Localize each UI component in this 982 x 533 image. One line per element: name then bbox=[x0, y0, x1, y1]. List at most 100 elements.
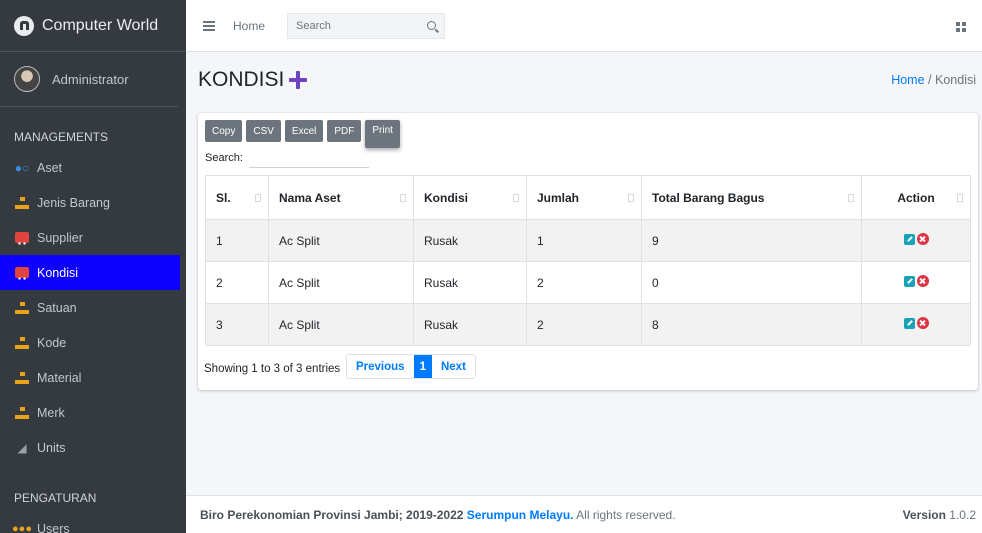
delete-icon[interactable] bbox=[916, 317, 929, 330]
menu-toggle-icon[interactable] bbox=[203, 20, 215, 31]
sidebar-item-label: Jenis Barang bbox=[37, 195, 110, 210]
export-buttons: Copy CSV Excel PDF Print bbox=[205, 120, 404, 148]
search-placeholder: Search bbox=[296, 19, 331, 32]
sidebar-item-merk[interactable]: Merk bbox=[0, 395, 186, 430]
table-row: 1 Ac Split Rusak 1 9 bbox=[205, 219, 971, 262]
search-input[interactable]: Search bbox=[287, 12, 446, 39]
sidebar-item-jenis-barang[interactable]: Jenis Barang bbox=[0, 185, 186, 220]
footer: Biro Perekonomian Provinsi Jambi; 2019-2… bbox=[186, 495, 982, 533]
add-plus-icon[interactable] bbox=[288, 70, 308, 90]
truck-icon bbox=[14, 231, 30, 245]
sidebar-item-supplier[interactable]: Supplier bbox=[0, 220, 186, 255]
print-button[interactable]: Print bbox=[365, 120, 400, 148]
nav-header-pengaturan: PENGATURAN bbox=[14, 491, 97, 505]
breadcrumb: Home / Kondisi bbox=[891, 73, 976, 87]
cell-kondisi: Rusak bbox=[413, 303, 527, 346]
pagination: Previous 1 Next bbox=[346, 354, 476, 379]
nav-list: ●○ Aset Jenis Barang Supplier Kondisi Sa… bbox=[0, 150, 186, 465]
delete-icon[interactable] bbox=[916, 233, 929, 246]
table-info: Showing 1 to 3 of 3 entries bbox=[204, 363, 341, 375]
users-icon: ●●● bbox=[12, 523, 32, 533]
footer-copyright-text: Biro Perekonomian Provinsi Jambi; 2019-2… bbox=[200, 507, 464, 522]
breadcrumb-current: Kondisi bbox=[935, 73, 976, 87]
col-header-label: Sl. bbox=[216, 190, 231, 205]
sidebar-item-material[interactable]: Material bbox=[0, 360, 186, 395]
cell-nama-aset: Ac Split bbox=[268, 303, 414, 346]
cell-kondisi: Rusak bbox=[413, 219, 527, 262]
footer-version: Version 1.0.2 bbox=[903, 508, 976, 522]
col-header-kondisi[interactable]: Kondisi bbox=[413, 175, 527, 220]
table-search-label: Search: bbox=[205, 151, 243, 164]
col-header-total-barang-bagus[interactable]: Total Barang Bagus bbox=[641, 175, 862, 220]
footer-version-number: 1.0.2 bbox=[949, 507, 976, 522]
sidebar-item-kondisi[interactable]: Kondisi bbox=[0, 255, 180, 290]
avatar bbox=[14, 66, 40, 92]
col-header-label: Action bbox=[897, 190, 935, 205]
table-row: 2 Ac Split Rusak 2 0 bbox=[205, 261, 971, 304]
excel-button[interactable]: Excel bbox=[284, 120, 324, 142]
user-panel[interactable]: Administrator bbox=[0, 52, 178, 107]
cell-kondisi: Rusak bbox=[413, 261, 527, 304]
breadcrumb-home[interactable]: Home bbox=[891, 73, 924, 87]
sort-icon bbox=[513, 194, 519, 202]
sidebar-item-satuan[interactable]: Satuan bbox=[0, 290, 186, 325]
col-header-sl[interactable]: Sl. bbox=[205, 175, 269, 220]
sidebar-item-label: Satuan bbox=[37, 300, 77, 315]
copy-button[interactable]: Copy bbox=[205, 120, 243, 142]
previous-button[interactable]: Previous bbox=[347, 355, 414, 378]
page-button-current[interactable]: 1 bbox=[413, 355, 432, 378]
sort-icon bbox=[848, 194, 854, 202]
kondisi-table: Sl. Nama Aset Kondisi Jumlah Total Baran… bbox=[205, 175, 971, 346]
brand-name: Computer World bbox=[42, 16, 159, 34]
pdf-button[interactable]: PDF bbox=[327, 120, 362, 142]
edit-icon[interactable] bbox=[903, 275, 915, 287]
page-title: KONDISI bbox=[198, 68, 308, 92]
col-header-jumlah[interactable]: Jumlah bbox=[526, 175, 642, 220]
cell-jumlah: 2 bbox=[526, 303, 642, 346]
footer-rights: All rights reserved. bbox=[576, 507, 676, 522]
col-header-label: Total Barang Bagus bbox=[652, 190, 765, 205]
table-search: Search: bbox=[205, 147, 369, 168]
sidebar-item-users[interactable]: ●●● Users bbox=[0, 519, 186, 533]
cell-nama-aset: Ac Split bbox=[268, 261, 414, 304]
sidebar-item-label: Units bbox=[37, 440, 66, 455]
truck-icon bbox=[14, 266, 30, 280]
col-header-label: Jumlah bbox=[537, 190, 580, 205]
sidebar-item-aset[interactable]: ●○ Aset bbox=[0, 150, 186, 185]
sidebar-item-kode[interactable]: Kode bbox=[0, 325, 186, 360]
nav-header-managements: MANAGEMENTS bbox=[14, 130, 109, 144]
brand-link[interactable]: Computer World bbox=[0, 0, 186, 52]
breadcrumb-separator: / bbox=[928, 73, 932, 87]
apps-grid-icon[interactable] bbox=[956, 22, 966, 32]
cell-sl: 3 bbox=[205, 303, 269, 346]
cell-total-barang-bagus: 9 bbox=[641, 219, 862, 262]
table-search-input[interactable] bbox=[248, 147, 369, 168]
sidebar-item-label: Aset bbox=[37, 160, 63, 175]
edit-icon[interactable] bbox=[903, 317, 915, 329]
edit-icon[interactable] bbox=[903, 233, 915, 245]
cell-jumlah: 2 bbox=[526, 261, 642, 304]
kondisi-card: Copy CSV Excel PDF Print Search: Sl. Nam… bbox=[198, 113, 978, 390]
top-nav-home[interactable]: Home bbox=[233, 19, 265, 33]
sidebar-item-label: Merk bbox=[37, 405, 65, 420]
col-header-label: Nama Aset bbox=[279, 190, 341, 205]
user-name: Administrator bbox=[52, 71, 129, 87]
sitemap-icon bbox=[14, 301, 30, 315]
table-header-row: Sl. Nama Aset Kondisi Jumlah Total Baran… bbox=[205, 175, 971, 220]
ruler-icon: ◢ bbox=[17, 440, 27, 455]
col-header-label: Kondisi bbox=[424, 190, 468, 205]
footer-link[interactable]: Serumpun Melayu. bbox=[467, 508, 574, 522]
footer-version-label: Version bbox=[902, 507, 946, 522]
col-header-action[interactable]: Action bbox=[861, 175, 971, 220]
delete-icon[interactable] bbox=[916, 275, 929, 288]
search-icon[interactable] bbox=[427, 21, 437, 30]
csv-button[interactable]: CSV bbox=[246, 120, 281, 142]
sidebar-item-units[interactable]: ◢ Units bbox=[0, 430, 186, 465]
next-button[interactable]: Next bbox=[431, 355, 475, 378]
cell-action bbox=[861, 303, 971, 346]
sidebar: Computer World Administrator MANAGEMENTS… bbox=[0, 0, 186, 533]
cell-sl: 1 bbox=[205, 219, 269, 262]
sidebar-item-label: Kode bbox=[37, 335, 67, 350]
col-header-nama-aset[interactable]: Nama Aset bbox=[268, 175, 414, 220]
cell-total-barang-bagus: 8 bbox=[641, 303, 862, 346]
